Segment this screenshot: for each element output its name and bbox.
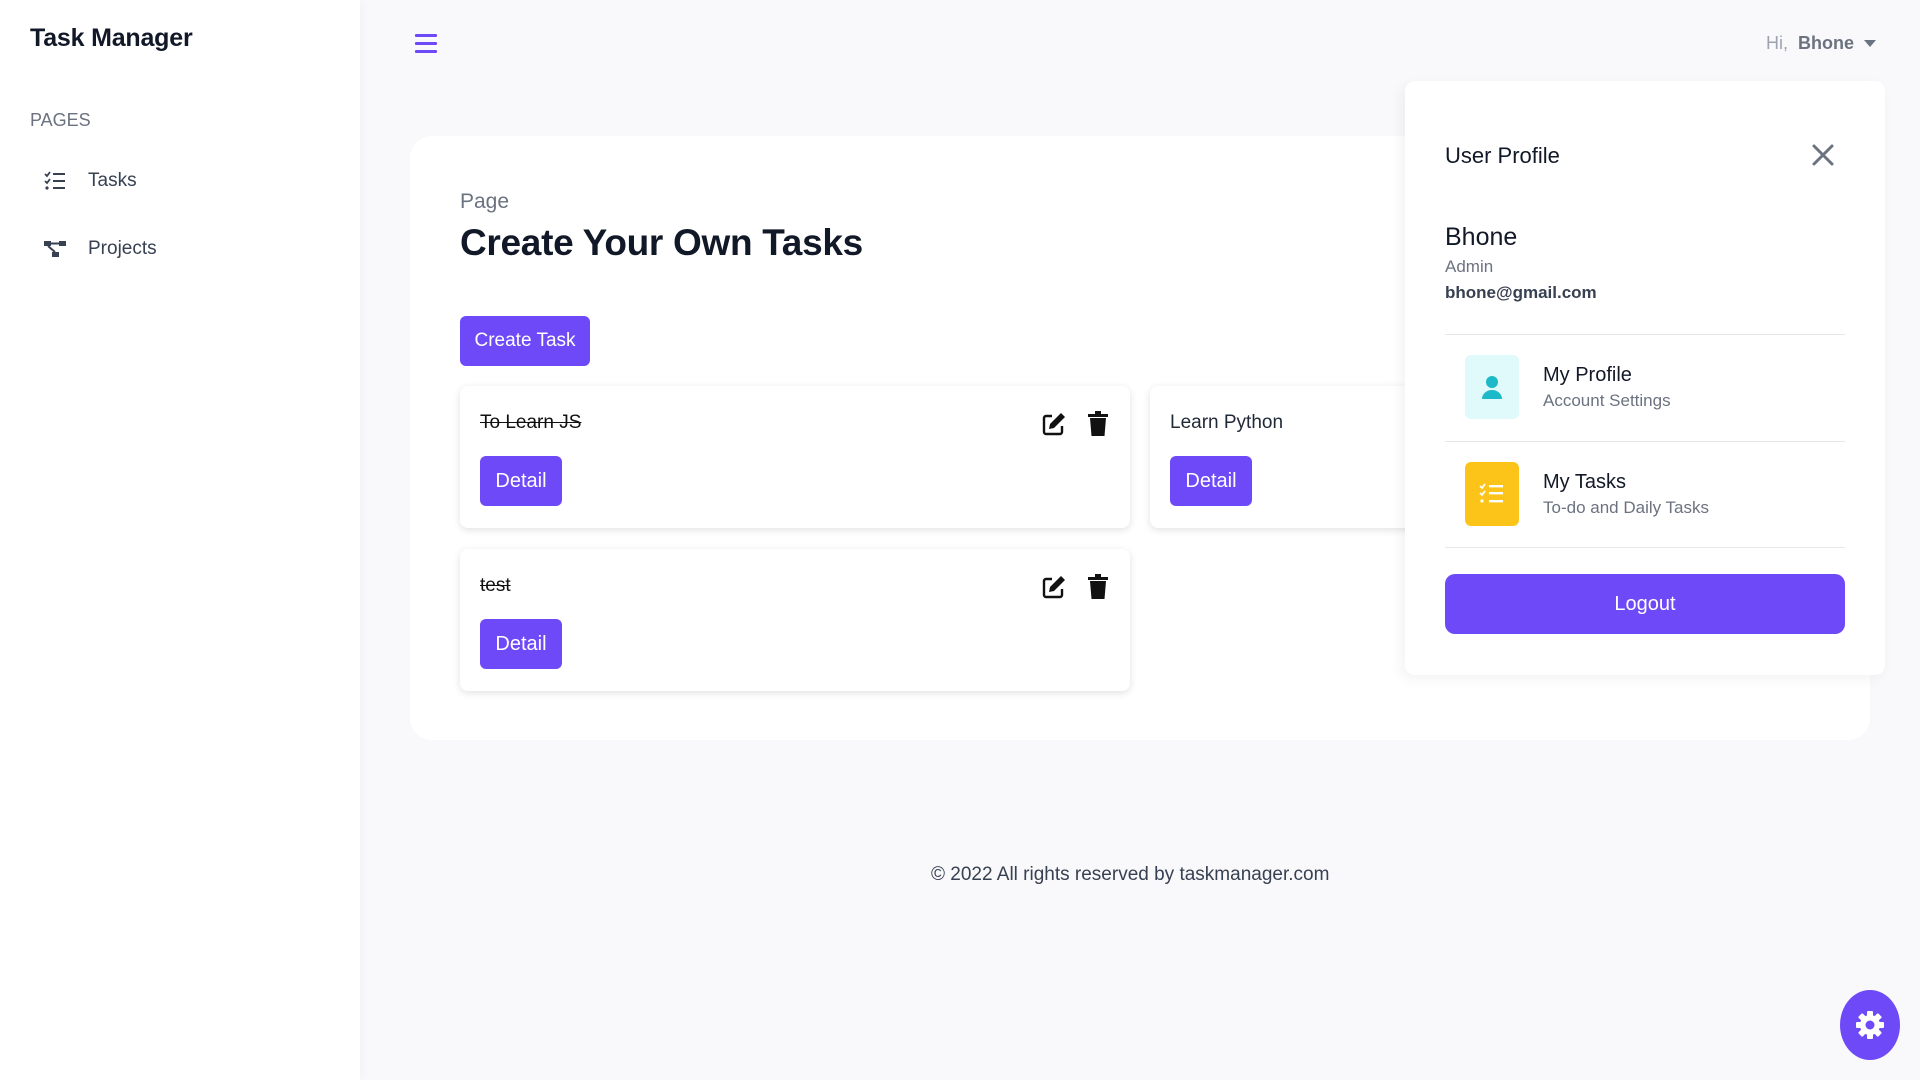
greeting-text: Hi, — [1766, 33, 1788, 53]
footer-text: © 2022 All rights reserved by taskmanage… — [931, 864, 1330, 885]
sidebar-item-projects[interactable]: Projects — [42, 229, 157, 269]
task-title: test — [480, 575, 511, 596]
detail-button[interactable]: Detail — [1170, 456, 1252, 506]
menu-entry-subtitle: To-do and Daily Tasks — [1543, 497, 1709, 517]
sidebar-section-label: PAGES — [30, 110, 91, 130]
menu-entry-title: My Profile — [1543, 363, 1632, 386]
task-card: test Detail — [460, 549, 1130, 691]
page-title: Create Your Own Tasks — [460, 222, 863, 263]
gear-icon — [1856, 1011, 1884, 1039]
menu-entry-title: My Tasks — [1543, 470, 1626, 493]
divider — [1445, 334, 1845, 335]
panel-title: User Profile — [1445, 143, 1560, 168]
settings-button[interactable] — [1840, 990, 1900, 1060]
trash-icon[interactable] — [1084, 410, 1112, 438]
hamburger-icon — [415, 34, 437, 53]
list-check-icon — [42, 168, 68, 194]
hamburger-menu-button[interactable] — [414, 32, 438, 54]
edit-icon[interactable] — [1040, 573, 1068, 601]
sidebar: Task Manager PAGES Tasks Projects — [0, 0, 360, 1080]
task-card: To Learn JS Detail — [460, 386, 1130, 528]
user-icon — [1465, 355, 1519, 419]
caret-down-icon — [1864, 40, 1876, 47]
divider — [1445, 547, 1845, 548]
profile-name: Bhone — [1445, 223, 1518, 251]
trash-icon[interactable] — [1084, 573, 1112, 601]
profile-role: Admin — [1445, 257, 1494, 276]
edit-icon[interactable] — [1040, 410, 1068, 438]
task-title: Learn Python — [1170, 412, 1284, 433]
greeting-user-name: Bhone — [1798, 33, 1854, 53]
app-title: Task Manager — [30, 24, 193, 52]
close-icon[interactable] — [1811, 143, 1835, 167]
detail-button[interactable]: Detail — [480, 456, 562, 506]
user-profile-panel: User Profile Bhone Admin bhone@gmail.com… — [1405, 81, 1885, 675]
sidebar-item-tasks[interactable]: Tasks — [42, 161, 137, 201]
sidebar-item-label: Tasks — [88, 170, 137, 191]
user-menu-toggle[interactable]: Hi, Bhone — [1766, 33, 1876, 54]
sidebar-item-label: Projects — [88, 238, 157, 259]
profile-email: bhone@gmail.com — [1445, 283, 1597, 302]
list-icon — [1465, 462, 1519, 526]
diagram-icon — [42, 236, 68, 262]
create-task-button[interactable]: Create Task — [460, 316, 590, 366]
detail-button[interactable]: Detail — [480, 619, 562, 669]
my-profile-link[interactable]: My Profile Account Settings — [1465, 355, 1671, 419]
my-tasks-link[interactable]: My Tasks To-do and Daily Tasks — [1465, 462, 1709, 526]
menu-entry-subtitle: Account Settings — [1543, 390, 1671, 410]
page-kicker: Page — [460, 190, 510, 213]
logout-button[interactable]: Logout — [1445, 574, 1845, 634]
divider — [1445, 441, 1845, 442]
task-title: To Learn JS — [480, 412, 582, 433]
